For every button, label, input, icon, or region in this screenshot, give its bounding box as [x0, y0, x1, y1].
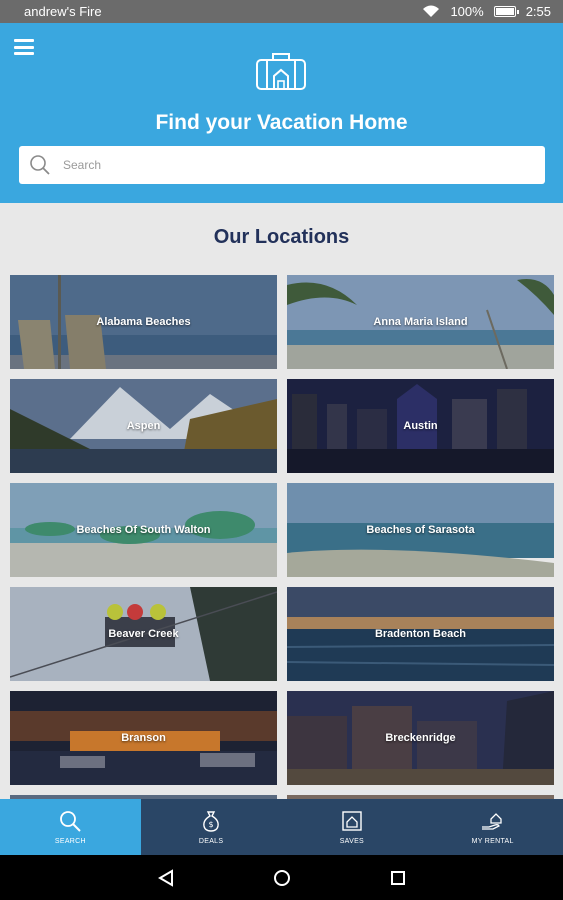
location-label: Branson [121, 732, 166, 744]
home-icon[interactable] [272, 868, 292, 888]
location-label: Austin [403, 420, 438, 432]
search-icon [30, 155, 50, 175]
location-tile-anna-maria-island[interactable]: Anna Maria Island [287, 275, 554, 369]
nav-search[interactable]: SEARCH [0, 799, 141, 855]
location-tile-branson[interactable]: Branson [10, 691, 277, 785]
location-tile-alabama-beaches[interactable]: Alabama Beaches [10, 275, 277, 369]
recents-icon[interactable] [388, 868, 408, 888]
location-tile-aspen[interactable]: Aspen [10, 379, 277, 473]
battery-icon [493, 6, 519, 17]
suitcase-house-logo-icon [256, 53, 306, 90]
nav-label: SEARCH [54, 838, 86, 845]
location-label: Breckenridge [385, 732, 456, 744]
svg-text:$: $ [209, 820, 214, 829]
money-bag-icon: $ [203, 811, 219, 832]
location-label: Bradenton Beach [374, 628, 467, 640]
saved-home-icon [342, 811, 362, 831]
search-icon [60, 811, 82, 832]
battery-percent: 100% [450, 4, 484, 19]
location-tile-bradenton-beach[interactable]: Bradenton Beach [287, 587, 554, 681]
back-icon[interactable] [156, 868, 176, 888]
status-bar: andrew's Fire 100% 2:55 [0, 0, 563, 23]
menu-icon[interactable] [14, 39, 34, 55]
location-label: Aspen [126, 420, 161, 432]
app-header: Find your Vacation Home [0, 23, 563, 203]
nav-label: SAVES [339, 838, 365, 845]
location-label: Beaches of Sarasota [366, 524, 475, 536]
nav-label: MY RENTAL [471, 838, 514, 845]
section-title: Our Locations [213, 226, 350, 248]
location-tile-beaches-of-sarasota[interactable]: Beaches of Sarasota [287, 483, 554, 577]
nav-deals[interactable]: $ DEALS [141, 799, 282, 855]
search-input[interactable] [63, 158, 503, 172]
hand-house-icon [481, 813, 502, 830]
wifi-icon [423, 5, 440, 17]
location-label: Alabama Beaches [96, 316, 191, 328]
location-tile-beaches-of-south-walton[interactable]: Beaches Of South Walton [10, 483, 277, 577]
search-bar[interactable] [19, 146, 545, 184]
clock: 2:55 [525, 4, 551, 19]
location-tile-beaver-creek[interactable]: Beaver Creek [10, 587, 277, 681]
nav-my-rental[interactable]: MY RENTAL [422, 799, 563, 855]
locations-grid: Alabama Beaches Anna Maria Island Aspen … [10, 275, 554, 803]
location-label: Beaver Creek [108, 628, 179, 640]
page-title: Find your Vacation Home [155, 111, 408, 134]
nav-label: DEALS [198, 838, 224, 845]
location-tile-breckenridge[interactable]: Breckenridge [287, 691, 554, 785]
carrier-name: andrew's Fire [24, 4, 102, 19]
location-label: Beaches Of South Walton [76, 524, 211, 536]
nav-saves[interactable]: SAVES [282, 799, 423, 855]
location-tile-austin[interactable]: Austin [287, 379, 554, 473]
system-nav-bar [0, 855, 563, 900]
bottom-nav: SEARCH $ DEALS SAVES MY RENTAL [0, 799, 563, 855]
location-label: Anna Maria Island [373, 316, 468, 328]
